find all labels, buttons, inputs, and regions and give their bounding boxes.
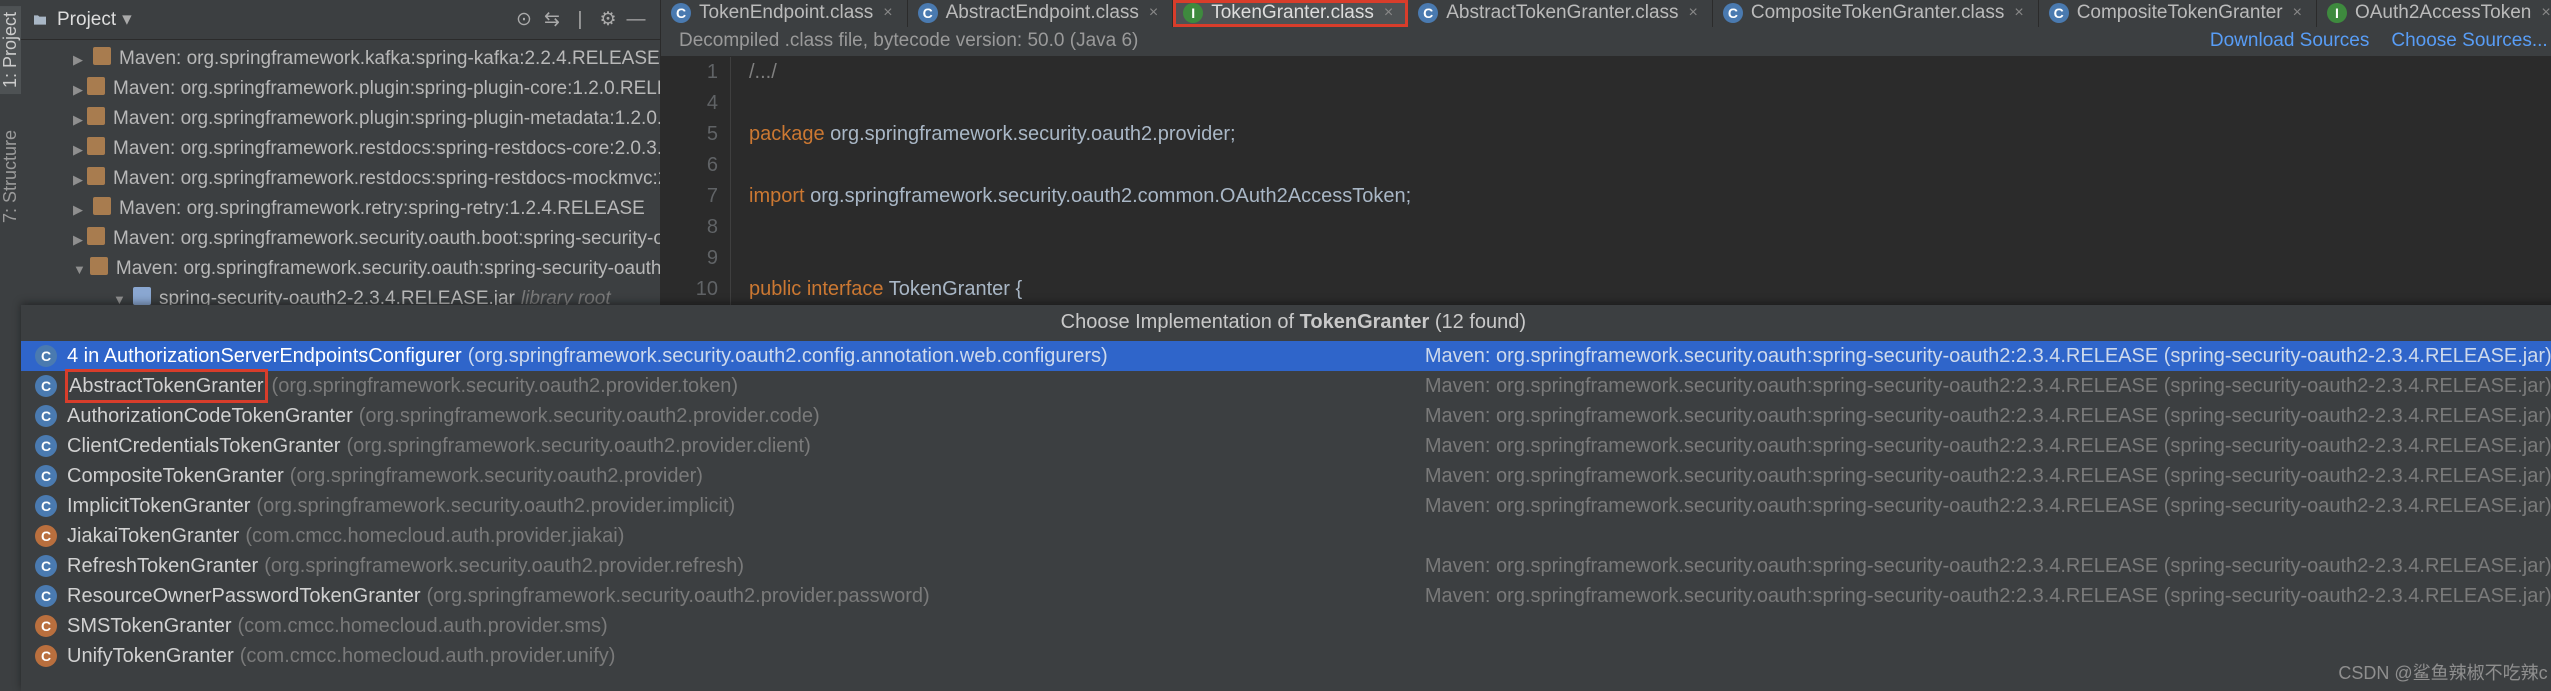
left-tool-strip[interactable]: 1: Project 7: Structure [0,0,21,691]
impl-item[interactable]: CAbstractTokenGranter (org.springframewo… [21,371,2551,401]
class-icon: C [1723,3,1743,23]
tab-abstracttokengranter-class[interactable]: CAbstractTokenGranter.class× [1408,0,1713,27]
decompiled-banner: Decompiled .class file, bytecode version… [661,27,2551,57]
class-icon: C [35,645,57,667]
close-icon[interactable]: × [1384,4,1393,22]
tree-row[interactable]: Maven: org.springframework.kafka:spring-… [21,44,660,74]
class-icon: C [35,435,57,457]
tree-row[interactable]: spring-security-oauth2-2.3.4.RELEASE.jar… [21,284,660,305]
close-icon[interactable]: × [2541,4,2550,22]
tab-oauth2accesstoken[interactable]: IOAuth2AccessToken× [2317,0,2551,27]
interface-icon: I [1183,3,1203,23]
tab-compositetokengranter-class[interactable]: CCompositeTokenGranter.class× [1713,0,2039,27]
tree-row[interactable]: Maven: org.springframework.plugin:spring… [21,74,660,104]
class-icon: C [671,3,691,23]
impl-item[interactable]: CCompositeTokenGranter (org.springframew… [21,461,2551,491]
close-icon[interactable]: × [1149,4,1158,22]
tree-row[interactable]: Maven: org.springframework.security.oaut… [21,254,660,284]
impl-item[interactable]: CSMSTokenGranter (com.cmcc.homecloud.aut… [21,611,2551,641]
implementation-list[interactable]: C4 in AuthorizationServerEndpointsConfig… [21,341,2551,691]
impl-item[interactable]: CUnifyTokenGranter (com.cmcc.homecloud.a… [21,641,2551,671]
class-icon: C [35,375,57,397]
popup-title: Choose Implementation of TokenGranter (1… [21,305,2551,341]
class-icon: C [35,495,57,517]
class-icon: C [918,3,938,23]
class-icon: C [35,615,57,637]
tool-structure[interactable]: 7: Structure [0,124,21,229]
tree-row[interactable]: Maven: org.springframework.restdocs:spri… [21,164,660,194]
folder-icon [31,12,49,28]
choose-sources-link[interactable]: Choose Sources... [2391,30,2547,52]
project-tree[interactable]: Maven: org.springframework.kafka:spring-… [21,40,660,305]
download-sources-link[interactable]: Download Sources [2210,30,2369,52]
impl-item[interactable]: CRefreshTokenGranter (org.springframewor… [21,551,2551,581]
impl-item[interactable]: CAuthorizationCodeTokenGranter (org.spri… [21,401,2551,431]
watermark: CSDN @鲨鱼辣椒不吃辣c [2338,659,2547,685]
impl-item[interactable]: CImplicitTokenGranter (org.springframewo… [21,491,2551,521]
impl-item[interactable]: CJiakaiTokenGranter (com.cmcc.homecloud.… [21,521,2551,551]
project-panel: Project ▾ ⊙ ⇆ | ⚙ — Maven: org.springfra… [21,0,661,305]
class-icon: C [35,585,57,607]
tree-row[interactable]: Maven: org.springframework.restdocs:spri… [21,134,660,164]
interface-icon: I [2327,3,2347,23]
gutter: 145678910 [661,57,731,305]
tab-tokengranter-class[interactable]: ITokenGranter.class× [1173,0,1408,27]
editor-tabs[interactable]: CTokenEndpoint.class×CAbstractEndpoint.c… [661,0,2551,27]
project-title: Project [57,9,116,31]
select-opened-file-icon[interactable]: ⊙ [510,8,538,31]
impl-item[interactable]: CClientCredentialsTokenGranter (org.spri… [21,431,2551,461]
tree-row[interactable]: Maven: org.springframework.plugin:spring… [21,104,660,134]
code-editor[interactable]: 145678910 /.../package org.springframewo… [661,57,2551,305]
tab-tokenendpoint-class[interactable]: CTokenEndpoint.class× [661,0,908,27]
banner-message: Decompiled .class file, bytecode version… [679,30,1138,52]
class-icon: C [35,465,57,487]
impl-item[interactable]: CResourceOwnerPasswordTokenGranter (org.… [21,581,2551,611]
impl-item[interactable]: C4 in AuthorizationServerEndpointsConfig… [21,341,2551,371]
class-icon: C [35,525,57,547]
hide-icon[interactable]: — [622,9,650,31]
divider-icon: | [566,9,594,31]
tool-project[interactable]: 1: Project [0,6,21,94]
class-icon: C [1418,3,1438,23]
close-icon[interactable]: × [2293,4,2302,22]
tree-row[interactable]: Maven: org.springframework.security.oaut… [21,224,660,254]
expand-icon[interactable]: ⇆ [538,8,566,31]
gear-icon[interactable]: ⚙ [594,8,622,31]
tree-row[interactable]: Maven: org.springframework.retry:spring-… [21,194,660,224]
close-icon[interactable]: × [883,4,892,22]
class-icon: C [2049,3,2069,23]
tab-compositetokengranter[interactable]: CCompositeTokenGranter× [2039,0,2317,27]
class-icon: C [35,405,57,427]
choose-implementation-popup[interactable]: Choose Implementation of TokenGranter (1… [21,305,2551,691]
code-body[interactable]: /.../package org.springframework.securit… [731,57,2551,305]
close-icon[interactable]: × [2014,4,2023,22]
close-icon[interactable]: × [1689,4,1698,22]
class-icon: C [35,345,57,367]
class-icon: C [35,555,57,577]
tab-abstractendpoint-class[interactable]: CAbstractEndpoint.class× [908,0,1174,27]
chevron-down-icon[interactable]: ▾ [122,8,132,31]
